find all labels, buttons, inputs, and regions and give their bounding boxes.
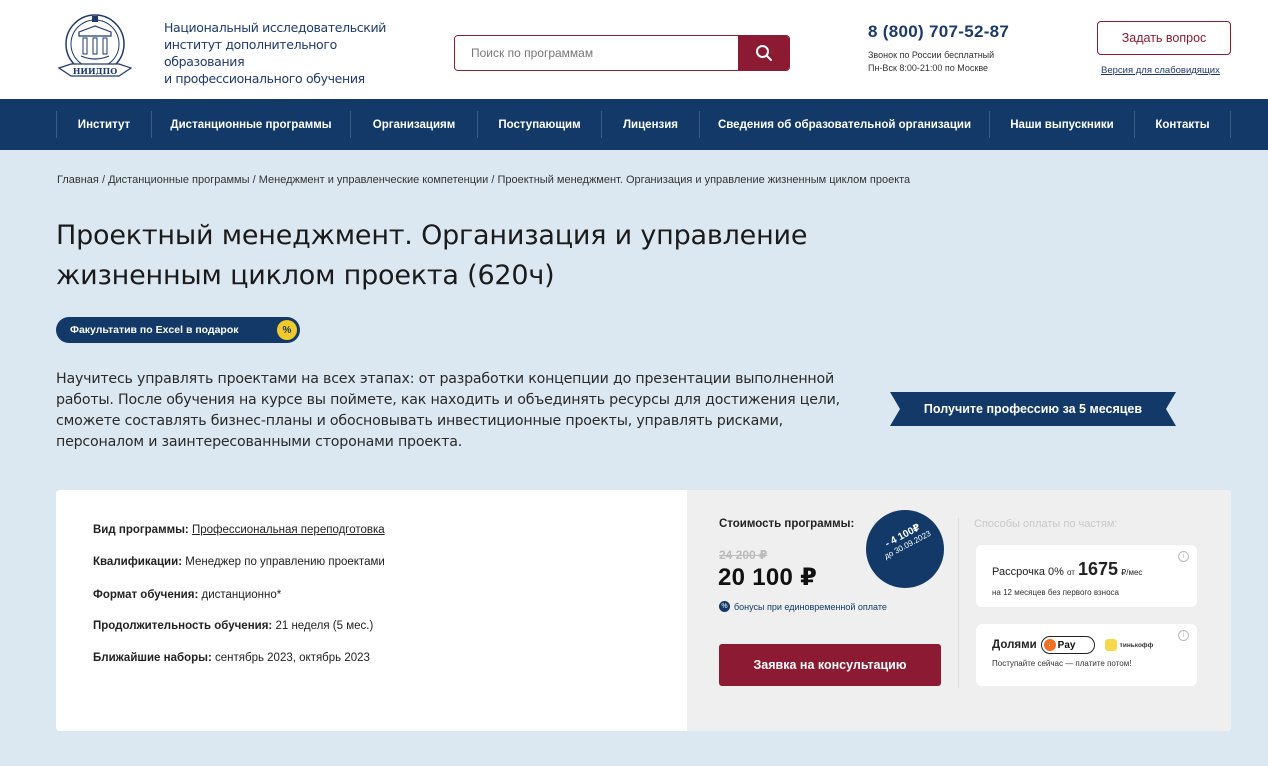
nav-item-distance-programs[interactable]: Дистанционные программы [152, 99, 350, 150]
info-icon[interactable]: i [1178, 551, 1189, 562]
consultation-request-button[interactable]: Заявка на консультацию [719, 644, 941, 686]
main-nav: Институт Дистанционные программы Организ… [0, 99, 1268, 150]
phone-note: Звонок по России бесплатный Пн-Вск 8:00-… [868, 49, 994, 75]
info-qualification: Квалификации: Менеджер по управлению про… [93, 556, 385, 568]
nav-item-organizations[interactable]: Организациям [351, 99, 477, 150]
installment-from: от [1067, 568, 1075, 577]
profession-ribbon: Получите профессию за 5 месяцев [890, 392, 1176, 426]
site-header: НИИДПО Национальный исследовательский ин… [0, 0, 1268, 99]
institute-name-line: Национальный исследовательский [164, 20, 387, 35]
breadcrumb-separator: / [491, 174, 495, 186]
info-next-intakes: Ближайшие наборы: сентябрь 2023, октябрь… [93, 652, 370, 664]
percent-icon: % [277, 320, 297, 340]
info-value: дистанционно* [201, 589, 282, 601]
program-card: Вид программы: Профессиональная переподг… [56, 490, 1231, 731]
tinkoff-text: тинькофф [1119, 641, 1154, 649]
info-format: Формат обучения: дистанционно* [93, 589, 281, 601]
tinkoff-logo: тинькофф [1104, 639, 1154, 651]
info-label: Вид программы: [93, 524, 189, 536]
info-label: Продолжительность обучения: [93, 620, 273, 632]
nav-item-license[interactable]: Лицензия [602, 99, 699, 150]
bonus-text: бонусы при единовременной оплате [734, 601, 887, 612]
info-value: 21 неделя (5 мес.) [275, 620, 374, 632]
search-bar [454, 35, 790, 71]
breadcrumb-separator: / [101, 174, 105, 186]
info-value: сентябрь 2023, октябрь 2023 [215, 652, 370, 664]
page-title-line: жизненным циклом проекта (620ч) [56, 260, 555, 291]
info-duration: Продолжительность обучения: 21 неделя (5… [93, 620, 373, 632]
nav-item-institute[interactable]: Институт [57, 99, 151, 150]
phone-note-line: Звонок по России бесплатный [868, 50, 995, 60]
info-label: Формат обучения: [93, 589, 199, 601]
search-input[interactable] [455, 36, 738, 70]
discount-badge: - 4 100₽ до 30.09.2023 [866, 510, 944, 588]
info-label: Ближайшие наборы: [93, 652, 212, 664]
info-label: Квалификации: [93, 556, 183, 568]
institute-name[interactable]: Национальный исследовательский институт … [164, 19, 404, 87]
installment-offer: Рассрочка 0% от 1675 ₽/мес [992, 559, 1142, 580]
breadcrumb-link-management[interactable]: Менеджмент и управленческие компетенции [259, 174, 489, 186]
breadcrumb-separator: / [252, 174, 256, 186]
dolyami-pay-dot-icon: · [1043, 639, 1056, 651]
phone-number[interactable]: 8 (800) 707-52-87 [868, 22, 1009, 42]
info-icon[interactable]: i [1178, 630, 1189, 641]
institute-logo[interactable]: НИИДПО [57, 10, 147, 84]
search-icon [755, 45, 772, 61]
dolyami-note: Поступайте сейчас — платите потом! [992, 659, 1132, 668]
discount-text: - 4 100₽ до 30.09.2023 [866, 513, 944, 567]
divider [958, 518, 959, 688]
low-vision-version-link[interactable]: Версия для слабовидящих [1101, 65, 1220, 76]
dolyami-header: Долями · Pay тинькофф [992, 636, 1153, 654]
installment-title: Способы оплаты по частям: [974, 518, 1118, 530]
price-label: Стоимость программы: [719, 518, 855, 530]
breadcrumb-link-home[interactable]: Главная [57, 174, 99, 186]
breadcrumb-link-distance-programs[interactable]: Дистанционные программы [108, 174, 249, 186]
installment-note: на 12 месяцев без первого взноса [992, 588, 1119, 597]
nav-separator [1230, 111, 1231, 138]
nav-item-applicants[interactable]: Поступающим [478, 99, 601, 150]
breadcrumb-current: Проектный менеджмент. Организация и упра… [497, 174, 911, 186]
program-type-link[interactable]: Профессиональная переподготовка [192, 524, 385, 536]
gift-badge[interactable]: Факультатив по Excel в подарок % [56, 317, 300, 343]
percent-icon: % [719, 601, 730, 612]
breadcrumb: Главная / Дистанционные программы / Мене… [57, 174, 910, 186]
dolyami-label: Долями [992, 639, 1037, 651]
program-description: Научитесь управлять проектами на всех эт… [56, 371, 840, 450]
installment-amount: 1675 [1078, 559, 1119, 579]
page-title: Проектный менеджмент. Организация и упра… [56, 216, 876, 296]
info-program-type: Вид программы: Профессиональная переподг… [93, 524, 385, 536]
info-value: Менеджер по управлению проектами [185, 556, 385, 568]
current-price: 20 100 ₽ [718, 564, 818, 591]
phone-note-line: Пн-Вск 8:00-21:00 по Москве [868, 63, 989, 73]
institute-name-line: институт дополнительного образования [164, 37, 337, 69]
dolyami-pay-text: Pay [1057, 639, 1076, 651]
dolyami-pay-logo: · Pay [1040, 636, 1095, 654]
ribbon-label: Получите профессию за 5 месяцев [923, 402, 1143, 416]
logo-text: НИИДПО [73, 66, 117, 76]
bonus-note[interactable]: % бонусы при единовременной оплате [719, 601, 887, 612]
installment-unit: ₽/мес [1121, 568, 1143, 577]
institute-name-line: и профессионального обучения [164, 71, 365, 86]
gift-badge-label: Факультатив по Excel в подарок [70, 324, 239, 336]
page-title-line: Проектный менеджмент. Организация и упра… [56, 220, 808, 251]
nav-item-graduates[interactable]: Наши выпускники [990, 99, 1134, 150]
old-price: 24 200 ₽ [719, 548, 768, 562]
tinkoff-shield-icon [1104, 639, 1117, 651]
dolyami-option[interactable]: i Долями · Pay тинькофф Поступайте сейча… [976, 624, 1197, 686]
installment-option[interactable]: i Рассрочка 0% от 1675 ₽/мес на 12 месяц… [976, 545, 1197, 607]
installment-label: Рассрочка 0% [992, 566, 1064, 578]
nav-item-contacts[interactable]: Контакты [1135, 99, 1230, 150]
nav-item-org-info[interactable]: Сведения об образовательной организации [700, 99, 989, 150]
search-button[interactable] [738, 36, 789, 70]
ask-question-button[interactable]: Задать вопрос [1097, 21, 1231, 55]
